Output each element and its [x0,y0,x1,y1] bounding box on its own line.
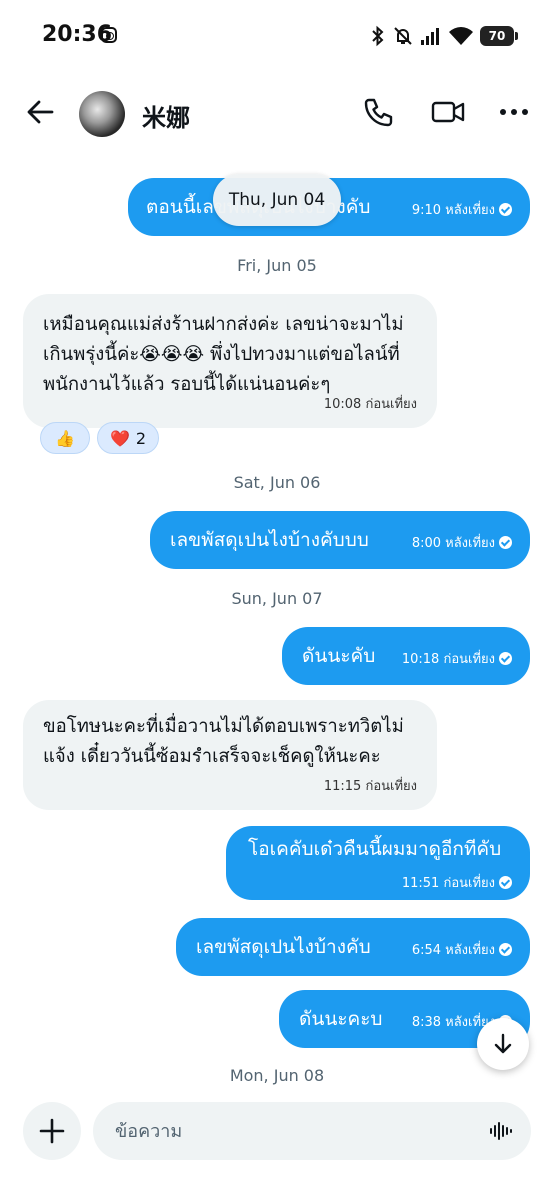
floating-date-pill: Thu, Jun 04 [213,174,341,226]
wifi-icon [449,27,473,45]
add-media-button[interactable] [23,1102,81,1160]
date-separator: Mon, Jun 08 [229,1066,325,1085]
message-text: ขอโทษนะคะที่เมื่อวานไม่ได้ตอบเพราะทวิตไม… [43,716,404,767]
reaction-thumbs-up[interactable]: 👍 [40,422,90,454]
reaction-count: 2 [135,428,147,448]
message-time: 9:10 หลังเที่ยง [411,203,495,218]
seen-check-icon [499,203,512,216]
message-time: 11:15 ก่อนเที่ยง [323,779,417,794]
message-bubble-outgoing[interactable]: เลขพัสดุเปนไงบ้างคับ 6:54 หลังเที่ยง [176,918,530,976]
conversation-header: 米娜 [0,72,554,154]
message-meta: 6:54 หลังเที่ยง [412,939,512,960]
back-arrow-icon[interactable] [22,94,58,130]
status-icons: 70 [370,22,518,50]
date-separator: Sun, Jun 07 [231,589,323,608]
battery-icon: 70 [480,26,518,46]
seen-check-icon [499,943,512,956]
message-time: 8:00 หลังเที่ยง [411,536,495,551]
message-bubble-incoming[interactable]: ขอโทษนะคะที่เมื่อวานไม่ได้ตอบเพราะทวิตไม… [23,700,437,810]
seen-check-icon [499,536,512,549]
seen-check-icon [499,652,512,665]
voice-message-icon[interactable] [489,1119,513,1143]
phone-call-icon[interactable] [361,94,397,130]
message-text: ดันนะคับ [302,645,376,667]
signal-icon [421,28,439,45]
message-meta: 8:00 หลังเที่ยง [412,532,512,553]
message-text: ดันนะคะบ [299,1008,383,1030]
seen-check-icon [499,876,512,889]
message-time: 11:51 ก่อนเที่ยง [401,876,495,891]
message-text: เลขพัสดุเปนไงบ้างคับ [196,936,371,958]
reaction-heart[interactable]: ❤️ 2 [97,422,159,454]
message-text: โอเคคับเด๋วคืนนี้ผมมาดูอีกทีคับ [248,838,502,860]
bluetooth-icon [372,25,384,47]
message-time: 10:08 ก่อนเที่ยง [323,397,417,412]
instagram-notification-icon [101,27,117,43]
message-meta: 11:51 ก่อนเที่ยง [402,872,512,893]
message-meta: 10:18 ก่อนเที่ยง [402,648,512,669]
message-list[interactable]: ตอนนี้เลขพัสดุเปนไงบ้างคับ 9:10 หลังเที่… [0,154,554,1092]
heart-icon: ❤️ [109,428,130,448]
date-separator: Sat, Jun 06 [233,473,321,492]
message-text: เลขพัสดุเปนไงบ้างคับบบ [170,529,369,551]
message-input[interactable] [115,1102,475,1160]
avatar[interactable] [79,91,125,137]
mute-bell-icon [394,27,412,45]
message-bubble-outgoing[interactable]: ดันนะคับ 10:18 ก่อนเที่ยง [282,627,530,685]
message-bubble-outgoing[interactable]: เลขพัสดุเปนไงบ้างคับบบ 8:00 หลังเที่ยง [150,511,530,569]
date-separator: Fri, Jun 05 [237,256,317,275]
battery-level: 70 [488,29,506,43]
arrow-down-icon [494,1033,512,1054]
message-text: เหมือนคุณแม่ส่งร้านฝากส่งค่ะ เลขน่าจะมาไ… [43,314,404,395]
message-time: 6:54 หลังเที่ยง [411,943,495,958]
status-bar: 20:36 70 [0,0,554,72]
message-meta: 9:10 หลังเที่ยง [412,199,512,220]
message-input-container[interactable] [93,1102,531,1160]
contact-name[interactable]: 米娜 [142,98,190,133]
message-bubble-incoming[interactable]: เหมือนคุณแม่ส่งร้านฝากส่งค่ะ เลขน่าจะมาไ… [23,294,437,428]
video-call-icon[interactable] [430,94,466,130]
more-options-icon[interactable] [496,94,532,130]
scroll-to-bottom-button[interactable] [477,1018,529,1070]
thumbs-up-icon: 👍 [55,428,75,448]
plus-icon [39,1118,65,1144]
message-time: 10:18 ก่อนเที่ยง [401,652,495,667]
message-bubble-outgoing[interactable]: โอเคคับเด๋วคืนนี้ผมมาดูอีกทีคับ 11:51 ก่… [226,826,530,900]
message-composer [0,1092,554,1200]
